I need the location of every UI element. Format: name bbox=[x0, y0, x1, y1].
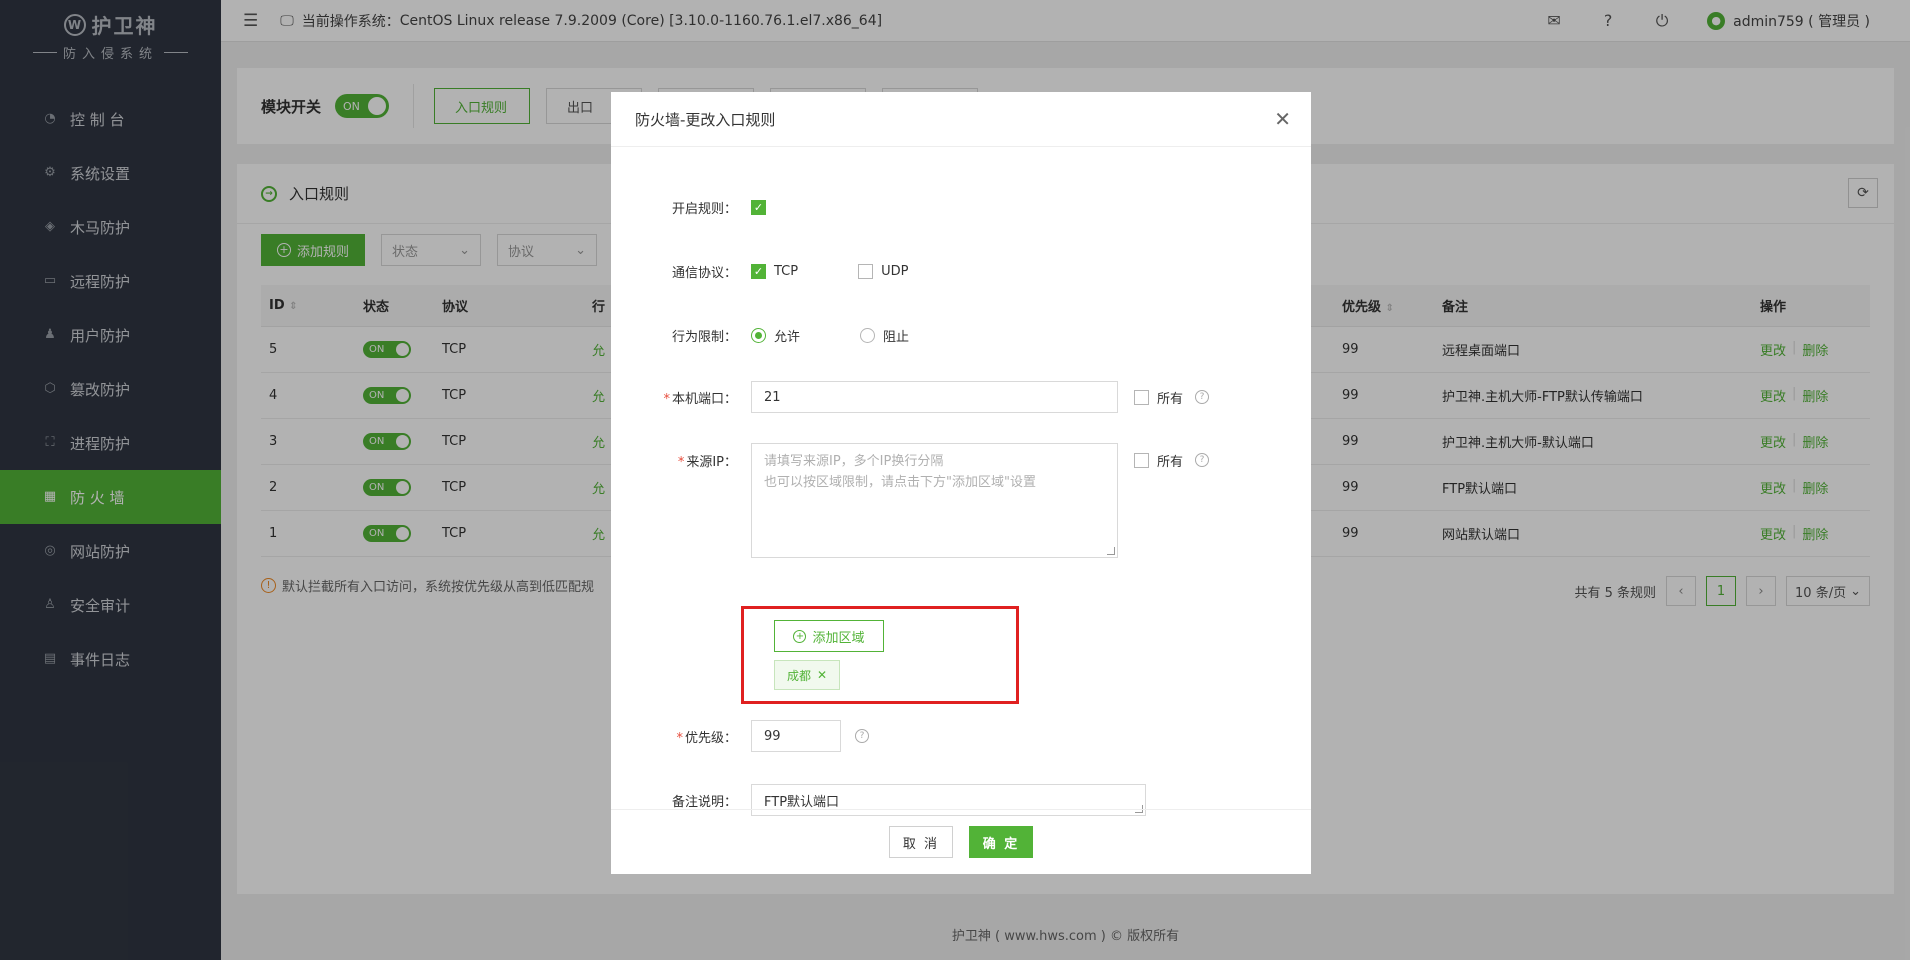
help-icon[interactable]: ? bbox=[1195, 453, 1210, 467]
port-all-option[interactable]: 所有 bbox=[1134, 388, 1183, 407]
allow-radio[interactable] bbox=[751, 328, 766, 343]
protocol-label: 通信协议： bbox=[671, 266, 737, 281]
block-option[interactable]: 阻止 bbox=[860, 326, 909, 345]
priority-label: 优先级： bbox=[684, 730, 737, 746]
cancel-button[interactable]: 取 消 bbox=[889, 826, 953, 858]
port-label: 本机端口： bbox=[671, 391, 737, 407]
highlight-box bbox=[741, 606, 1019, 704]
udp-option[interactable]: UDP bbox=[858, 264, 908, 279]
source-all-checkbox[interactable] bbox=[1134, 453, 1149, 468]
allow-option[interactable]: 允许 bbox=[751, 326, 800, 345]
close-icon[interactable]: ✕ bbox=[1274, 109, 1291, 129]
help-icon[interactable]: ? bbox=[1195, 390, 1210, 404]
port-all-checkbox[interactable] bbox=[1134, 389, 1149, 405]
udp-checkbox[interactable] bbox=[858, 264, 874, 279]
port-input[interactable]: 21 bbox=[751, 381, 1118, 413]
source-all-option[interactable]: 所有 bbox=[1134, 451, 1183, 470]
enable-checkbox[interactable]: ✓ bbox=[751, 200, 766, 215]
enable-label: 开启规则： bbox=[671, 202, 737, 217]
priority-input[interactable]: 99 bbox=[751, 720, 841, 752]
source-ip-textarea[interactable]: 请填写来源IP，多个IP换行分隔 也可以按区域限制，请点击下方"添加区域"设置 bbox=[751, 443, 1118, 558]
source-ip-label: 来源IP： bbox=[686, 455, 737, 470]
help-icon[interactable]: ? bbox=[855, 729, 869, 743]
tcp-option[interactable]: ✓ TCP bbox=[751, 264, 798, 279]
tcp-checkbox[interactable]: ✓ bbox=[751, 264, 766, 279]
action-label: 行为限制： bbox=[671, 330, 737, 345]
note-label: 备注说明： bbox=[671, 794, 737, 810]
dialog-title: 防火墙-更改入口规则 bbox=[611, 92, 1311, 147]
edit-rule-dialog: 防火墙-更改入口规则 ✕ 开启规则： ✓ 通信协议： ✓ TCP UDP 行为限制… bbox=[611, 92, 1311, 874]
confirm-button[interactable]: 确 定 bbox=[969, 826, 1033, 858]
block-radio[interactable] bbox=[860, 328, 876, 343]
